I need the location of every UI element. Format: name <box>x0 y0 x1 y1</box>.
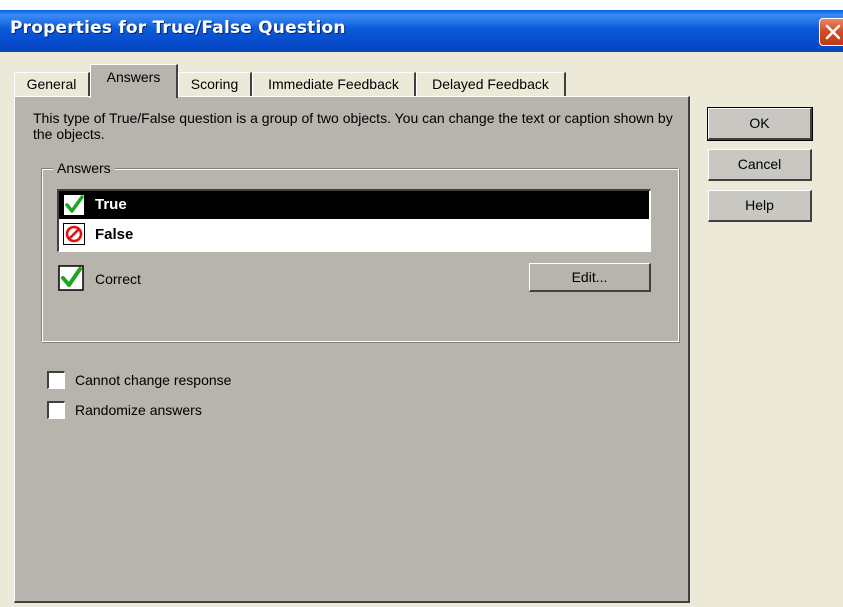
cannot-change-response-label: Cannot change response <box>75 372 232 388</box>
list-item-true[interactable]: True <box>59 191 649 219</box>
cannot-change-response-checkbox[interactable] <box>47 371 65 389</box>
tab-delayed-feedback[interactable]: Delayed Feedback <box>416 72 566 96</box>
ok-button[interactable]: OK <box>707 107 813 141</box>
answers-group-legend: Answers <box>53 159 115 177</box>
tab-answers[interactable]: Answers <box>90 64 178 98</box>
answers-panel: This type of True/False question is a gr… <box>14 96 690 603</box>
cancel-button[interactable]: Cancel <box>708 149 812 181</box>
green-check-icon <box>63 194 85 216</box>
tab-scoring[interactable]: Scoring <box>178 72 252 96</box>
close-icon <box>825 24 841 40</box>
answers-listbox[interactable]: True False <box>57 189 651 252</box>
tab-immediate-feedback[interactable]: Immediate Feedback <box>252 72 416 96</box>
window-title: Properties for True/False Question <box>10 18 346 38</box>
randomize-answers-label: Randomize answers <box>75 402 202 418</box>
tab-general[interactable]: General <box>14 72 90 96</box>
correct-checkbox[interactable] <box>58 265 84 291</box>
red-no-icon <box>63 223 85 245</box>
close-button[interactable] <box>819 18 843 46</box>
list-item-label: False <box>95 226 134 243</box>
list-item-label: True <box>95 196 127 213</box>
description-text: This type of True/False question is a gr… <box>33 110 673 142</box>
edit-button[interactable]: Edit... <box>529 263 651 292</box>
correct-check-icon <box>58 265 84 291</box>
properties-dialog: Properties for True/False Question Gener… <box>0 10 843 607</box>
help-button[interactable]: Help <box>708 190 812 222</box>
correct-label: Correct <box>95 271 141 287</box>
title-bar[interactable]: Properties for True/False Question <box>0 10 843 52</box>
randomize-answers-checkbox[interactable] <box>47 401 65 419</box>
list-item-false[interactable]: False <box>59 221 649 249</box>
dialog-body: General Answers Scoring Immediate Feedba… <box>0 52 843 607</box>
